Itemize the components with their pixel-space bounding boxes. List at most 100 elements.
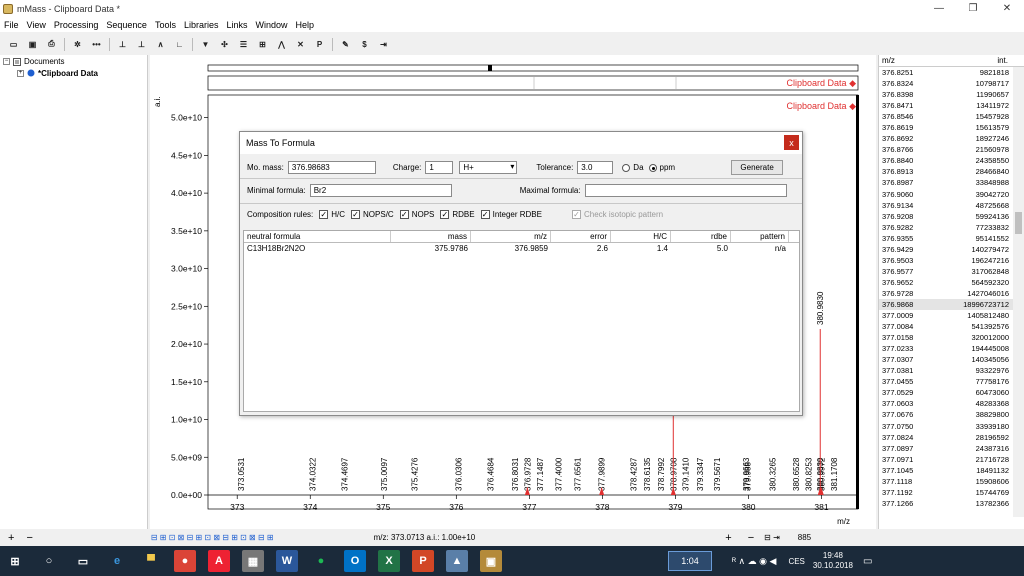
list-item[interactable]: 377.0381 93322976 <box>879 365 1024 376</box>
mmass-taskbar-icon[interactable]: ▣ <box>480 550 502 572</box>
list-item[interactable]: 377.0750 33939180 <box>879 421 1024 432</box>
generate-button[interactable]: Generate <box>731 160 784 175</box>
rule-hc-checkbox[interactable]: ✓ <box>319 210 329 219</box>
excel-icon[interactable]: X <box>378 550 400 572</box>
menu-libraries[interactable]: Libraries <box>180 20 223 30</box>
list-item[interactable]: 377.0158 320012000 <box>879 332 1024 343</box>
envelope-icon[interactable]: ✣ <box>218 38 231 50</box>
list-item[interactable]: 376.9728 1427046016 <box>879 288 1024 299</box>
tray-icons[interactable]: ᴿ ∧ ☁ ◉ ◀ <box>732 556 776 567</box>
smooth-icon[interactable]: ⊥ <box>135 38 148 50</box>
peak-picking-icon[interactable]: ✲ <box>71 38 84 50</box>
print-icon[interactable]: ⎙ <box>45 38 58 50</box>
menu-file[interactable]: File <box>0 20 23 30</box>
overview-slider[interactable] <box>488 65 492 71</box>
spectrum-tools-icons[interactable]: ⊟ ⊞ ⊡ ⊠ ⊟ ⊞ ⊡ ⊠ ⊟ ⊞ ⊡ ⊠ ⊟ ⊞ <box>151 533 274 542</box>
peak-icon[interactable]: ∧ <box>154 38 167 50</box>
col-error[interactable]: error <box>551 231 611 242</box>
list-item[interactable]: 376.9503 196247216 <box>879 255 1024 266</box>
app-icon-chart[interactable]: ▲ <box>446 550 468 572</box>
filter-icon[interactable]: ▼ <box>199 38 212 50</box>
rule-integer-rdbe-checkbox[interactable]: ✓ <box>480 210 490 219</box>
menu-processing[interactable]: Processing <box>50 20 103 30</box>
tree-child[interactable]: + *Clipboard Data <box>0 67 147 79</box>
list-item[interactable]: 377.0084 541392576 <box>879 321 1024 332</box>
add-peak-button[interactable]: + <box>725 532 731 544</box>
col-hc[interactable]: H/C <box>611 231 671 242</box>
col-neutral-formula[interactable]: neutral formula <box>244 231 391 242</box>
list-item[interactable]: 376.8692 18927246 <box>879 133 1024 144</box>
list-item[interactable]: 377.0603 48283368 <box>879 398 1024 409</box>
list-item[interactable]: 376.9429 140279472 <box>879 244 1024 255</box>
spectrum-overview-bar[interactable] <box>207 64 859 72</box>
table-row[interactable]: C13H18Br2N2O 375.9786 376.9859 2.6 1.4 5… <box>244 243 799 255</box>
radio-ppm[interactable] <box>648 163 657 172</box>
rule-rdbe-checkbox[interactable]: ✓ <box>440 210 450 219</box>
list-item[interactable]: 376.9208 59924136 <box>879 211 1024 222</box>
notification-icon[interactable]: ▭ <box>863 556 872 567</box>
folder-open-icon[interactable]: ▭ <box>7 38 20 50</box>
peaklist-table[interactable]: 376.8251 9821818 376.8324 10798717 376.8398 1… <box>879 67 1024 509</box>
peaklist-header-int[interactable]: int. <box>935 55 1011 66</box>
windows-start-icon[interactable]: ⊞ <box>4 550 26 572</box>
list-item[interactable]: 377.1192 15744769 <box>879 487 1024 498</box>
list-item[interactable]: 377.0455 77758176 <box>879 376 1024 387</box>
col-mass[interactable]: mass <box>391 231 471 242</box>
rule-nops-checkbox[interactable]: ✓ <box>399 210 409 219</box>
menu-sequence[interactable]: Sequence <box>102 20 151 30</box>
match-icon[interactable]: ☰ <box>237 38 250 50</box>
edge-icon[interactable]: e <box>106 550 128 572</box>
list-item[interactable]: 376.8251 9821818 <box>879 67 1024 78</box>
list-item[interactable]: 376.8398 11990657 <box>879 89 1024 100</box>
ion-select[interactable]: H+ ▾ <box>459 161 518 174</box>
list-item[interactable]: 376.8619 15613579 <box>879 122 1024 133</box>
tree-root[interactable]: − Documents <box>0 55 147 67</box>
col-rdbe[interactable]: rdbe <box>671 231 731 242</box>
menu-help[interactable]: Help <box>292 20 319 30</box>
peaklist-tool-icons[interactable]: ⊟ ⇥ <box>764 533 780 542</box>
mo-mass-input[interactable]: 376.98683 <box>287 161 376 174</box>
list-item[interactable]: 377.0307 140345056 <box>879 354 1024 365</box>
list-item[interactable]: 376.8987 33848988 <box>879 177 1024 188</box>
list-item[interactable]: 377.0824 28196592 <box>879 432 1024 443</box>
dialog-close-button[interactable]: x <box>784 135 799 150</box>
rule-nopsc-checkbox[interactable]: ✓ <box>351 210 361 219</box>
minimal-formula-input[interactable]: Br2 <box>309 184 452 197</box>
list-item[interactable]: 376.8471 13411972 <box>879 100 1024 111</box>
list-item[interactable]: 376.9060 39042720 <box>879 189 1024 200</box>
radio-da[interactable] <box>622 163 631 172</box>
language-indicator[interactable]: CES <box>788 557 804 566</box>
list-item[interactable]: 376.8546 15457928 <box>879 111 1024 122</box>
peaklist-scroll-thumb[interactable] <box>1015 212 1022 234</box>
search-icon[interactable]: ○ <box>38 550 60 572</box>
baseline-icon[interactable]: ⊥ <box>116 38 129 50</box>
list-item[interactable]: 376.9652 564592320 <box>879 277 1024 288</box>
menu-links[interactable]: Links <box>222 20 251 30</box>
list-item[interactable]: 376.9282 77233832 <box>879 222 1024 233</box>
menu-tools[interactable]: Tools <box>151 20 180 30</box>
profound-icon[interactable]: P <box>313 38 326 50</box>
dollar-icon[interactable]: $ <box>358 38 371 50</box>
remove-document-button[interactable]: − <box>26 532 32 544</box>
col-mz[interactable]: m/z <box>471 231 551 242</box>
list-item[interactable]: 377.0676 38829800 <box>879 409 1024 420</box>
save-icon[interactable]: ▣ <box>26 38 39 50</box>
mass-calc-icon[interactable]: ⋀ <box>275 38 288 50</box>
notes-icon[interactable]: ✎ <box>339 38 352 50</box>
minimize-button[interactable]: — <box>922 0 956 17</box>
task-view-icon[interactable]: ▭ <box>72 550 94 572</box>
remove-peak-button[interactable]: − <box>748 532 754 544</box>
col-pattern[interactable]: pattern <box>731 231 789 242</box>
maximal-formula-input[interactable] <box>584 184 787 197</box>
add-document-button[interactable]: + <box>8 532 14 544</box>
outlook-icon[interactable]: O <box>344 550 366 572</box>
powerpoint-icon[interactable]: P <box>412 550 434 572</box>
list-item[interactable]: 377.1118 15908606 <box>879 476 1024 487</box>
collapse-icon[interactable]: − <box>3 58 10 65</box>
dots-icon[interactable]: ••• <box>90 38 103 50</box>
list-item[interactable]: 376.9868 18996723712 <box>879 298 1024 311</box>
check-isotopic-checkbox[interactable]: ✓ <box>571 210 581 219</box>
acrobat-icon[interactable]: A <box>208 550 230 572</box>
maximize-button[interactable]: ❐ <box>956 0 990 17</box>
list-item[interactable]: 377.1045 18491132 <box>879 465 1024 476</box>
